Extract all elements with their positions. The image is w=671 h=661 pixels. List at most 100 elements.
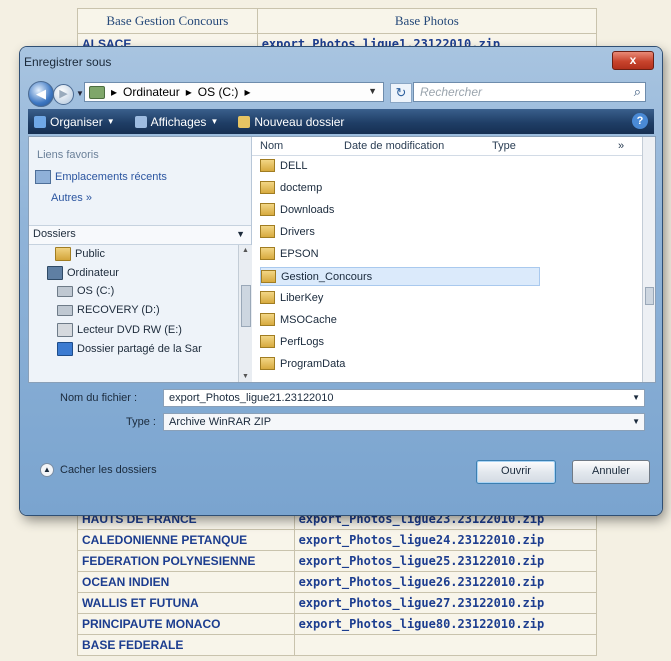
folder-icon — [260, 357, 275, 370]
hide-folders-label: Cacher les dossiers — [60, 464, 157, 476]
filename-field[interactable]: export_Photos_ligue21.23122010 ▼ — [163, 389, 645, 407]
file-name: EPSON — [280, 247, 319, 260]
collapse-icon: ▲ — [40, 463, 54, 477]
scroll-down-icon[interactable]: ▼ — [242, 373, 249, 380]
folder-icon — [55, 247, 71, 261]
list-item[interactable]: DELL — [260, 157, 540, 174]
league-cell: OCEAN INDIEN — [77, 571, 295, 593]
column-type[interactable]: Type — [492, 140, 516, 152]
tree-item-computer[interactable]: Ordinateur — [47, 266, 119, 280]
league-cell: FEDERATION POLYNESIENNE — [77, 550, 295, 572]
folder-tree: Public Ordinateur OS (C:) RECOVERY (D:) … — [29, 245, 238, 382]
file-name: PerfLogs — [280, 335, 325, 348]
column-name[interactable]: Nom — [260, 140, 283, 152]
download-link[interactable]: export_Photos_ligue27.23122010.zip — [293, 592, 598, 614]
chevron-down-icon[interactable]: ▼ — [632, 417, 640, 426]
forward-button[interactable]: ▶ — [53, 84, 74, 105]
tree-item-dvd-drive[interactable]: Lecteur DVD RW (E:) — [57, 323, 182, 337]
league-cell: CALEDONIENNE PETANQUE — [77, 529, 295, 551]
league-cell: BASE FEDERALE — [77, 634, 295, 656]
web-table-header: Base Gestion Concours — [77, 8, 258, 34]
tree-item-os-drive[interactable]: OS (C:) — [57, 285, 114, 297]
file-name: Drivers — [280, 225, 315, 238]
breadcrumb-item[interactable]: Ordinateur — [123, 85, 180, 99]
column-date-modified[interactable]: Date de modification — [344, 140, 444, 152]
filename-value: export_Photos_ligue21.23122010 — [169, 392, 334, 404]
tree-item-label: RECOVERY (D:) — [77, 304, 160, 316]
tree-item-label: Ordinateur — [67, 267, 119, 279]
list-item[interactable]: doctemp — [260, 179, 540, 196]
type-label: Type : — [126, 416, 156, 428]
folder-icon — [260, 247, 275, 260]
download-link[interactable] — [293, 634, 598, 656]
organize-label: Organiser — [50, 114, 103, 129]
file-name: Gestion_Concours — [281, 270, 373, 283]
favorites-more-link[interactable]: Autres » — [51, 192, 92, 204]
scroll-up-icon[interactable]: ▲ — [242, 247, 249, 254]
more-columns-icon[interactable]: » — [618, 140, 624, 152]
table-row: OCEAN INDIEN export_Photos_ligue26.23122… — [77, 571, 598, 593]
list-item[interactable]: Downloads — [260, 201, 540, 218]
league-cell: WALLIS ET FUTUNA — [77, 592, 295, 614]
save-button[interactable]: Ouvrir — [476, 460, 556, 484]
download-link[interactable]: export_Photos_ligue25.23122010.zip — [293, 550, 598, 572]
favorites-title: Liens favoris — [37, 149, 99, 161]
address-dropdown-icon[interactable]: ▼ — [368, 86, 377, 96]
chevron-down-icon[interactable]: ▼ — [632, 393, 640, 402]
close-button[interactable]: x — [612, 51, 654, 70]
tree-item-label: OS (C:) — [77, 285, 115, 297]
folder-tree-scrollbar[interactable]: ▲ ▼ — [238, 245, 252, 382]
file-type-value: Archive WinRAR ZIP — [169, 416, 272, 428]
list-item-selected[interactable]: Gestion_Concours — [260, 267, 540, 286]
list-item[interactable]: ProgramData — [260, 355, 540, 372]
views-menu[interactable]: Affichages ▼ — [134, 115, 218, 129]
back-button[interactable]: ◀ — [28, 81, 54, 107]
search-input[interactable]: Rechercher ⌕ — [413, 82, 646, 102]
list-item[interactable]: LiberKey — [260, 289, 540, 306]
folders-header[interactable]: Dossiers ▼ — [29, 225, 251, 245]
help-icon[interactable]: ? — [632, 113, 648, 129]
list-item[interactable]: EPSON — [260, 245, 540, 262]
shared-folder-icon — [57, 342, 73, 356]
file-type-select[interactable]: Archive WinRAR ZIP ▼ — [163, 413, 645, 431]
dialog-title: Enregistrer sous — [24, 55, 112, 69]
search-icon[interactable]: ⌕ — [634, 84, 641, 100]
file-name: ProgramData — [280, 357, 346, 370]
file-name: DELL — [280, 159, 308, 172]
favorite-recent-places[interactable]: Emplacements récents — [35, 170, 167, 184]
file-list-scrollbar[interactable] — [642, 137, 655, 382]
folder-icon — [261, 270, 276, 283]
organize-menu[interactable]: Organiser ▼ — [34, 115, 115, 129]
refresh-button[interactable]: ↻ — [390, 83, 412, 103]
download-link[interactable]: export_Photos_ligue24.23122010.zip — [293, 529, 598, 551]
breadcrumb-separator: ▸ — [244, 85, 251, 99]
download-link[interactable]: export_Photos_ligue26.23122010.zip — [293, 571, 598, 593]
list-item[interactable]: MSOCache — [260, 311, 540, 328]
recent-pages-dropdown-icon[interactable]: ▼ — [76, 89, 84, 98]
chevron-down-icon: ▼ — [236, 229, 245, 239]
column-header-row: Nom Date de modification Type » — [252, 137, 655, 156]
hide-folders-toggle[interactable]: ▲ Cacher les dossiers — [40, 463, 157, 477]
save-options-area: Nom du fichier : export_Photos_ligue21.2… — [28, 383, 654, 509]
cancel-button[interactable]: Annuler — [572, 460, 650, 484]
breadcrumb-item[interactable]: OS (C:) — [198, 85, 239, 99]
tree-item-label: Dossier partagé de la Sar — [77, 343, 202, 355]
scroll-thumb[interactable] — [645, 287, 654, 305]
list-item[interactable]: PerfLogs — [260, 333, 540, 350]
filename-label: Nom du fichier : — [60, 392, 138, 404]
tree-item-public[interactable]: Public — [55, 247, 105, 261]
download-link[interactable]: export_Photos_ligue80.23122010.zip — [293, 613, 598, 635]
tree-item-shared-folder[interactable]: Dossier partagé de la Sar — [57, 342, 202, 356]
scroll-thumb[interactable] — [241, 285, 251, 327]
computer-icon — [89, 85, 105, 99]
breadcrumb-separator: ▸ — [185, 85, 192, 99]
file-name: doctemp — [280, 181, 323, 194]
list-item[interactable]: Drivers — [260, 223, 540, 240]
file-name: MSOCache — [280, 313, 337, 326]
tree-item-recovery-drive[interactable]: RECOVERY (D:) — [57, 304, 160, 316]
address-bar[interactable]: ▸ Ordinateur ▸ OS (C:) ▸ ▼ — [84, 82, 384, 102]
organize-icon — [34, 115, 46, 128]
new-folder-button[interactable]: Nouveau dossier — [238, 115, 344, 129]
file-list: DELL doctemp Downloads Drivers EPSON Ges… — [252, 157, 642, 382]
search-placeholder: Rechercher — [420, 85, 483, 99]
